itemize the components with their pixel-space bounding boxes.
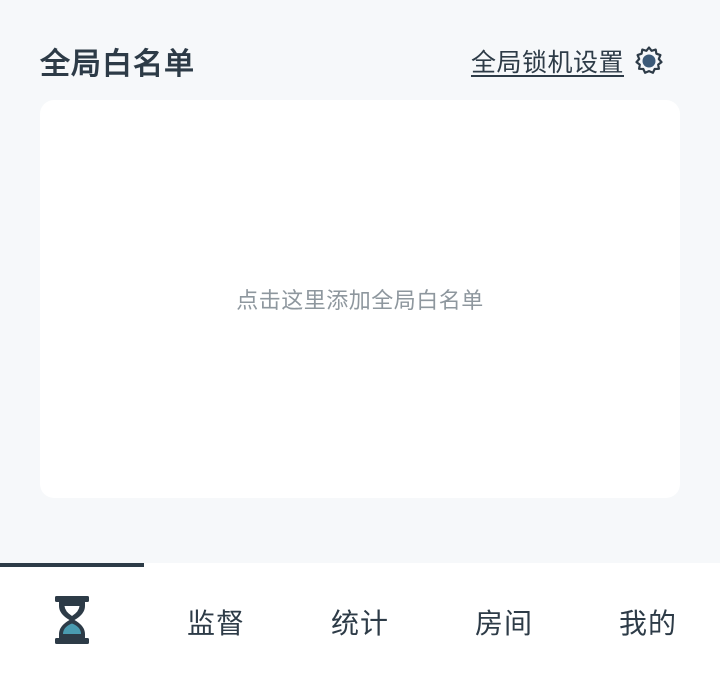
tab-rooms-label: 房间 xyxy=(474,607,533,640)
page-title: 全局白名单 xyxy=(40,47,195,82)
bottom-tab-bar: 监督 统计 房间 我的 xyxy=(0,563,720,673)
active-tab-indicator xyxy=(0,563,144,567)
app-root: 全局白名单 全局锁机设置 点击这里添加全局白名单 监督 统计 房间 我的 xyxy=(0,0,720,673)
gear-icon[interactable] xyxy=(632,44,666,78)
add-global-whitelist-card[interactable]: 点击这里添加全局白名单 xyxy=(40,100,680,498)
hourglass-icon xyxy=(52,586,92,650)
global-lock-settings-link[interactable]: 全局锁机设置 xyxy=(471,43,666,79)
tab-profile[interactable]: 我的 xyxy=(576,563,720,673)
tab-supervise[interactable]: 监督 xyxy=(144,563,288,673)
tab-timer[interactable] xyxy=(0,563,144,673)
tab-profile-label: 我的 xyxy=(618,607,677,640)
tab-rooms[interactable]: 房间 xyxy=(432,563,576,673)
tab-statistics[interactable]: 统计 xyxy=(288,563,432,673)
tab-supervise-label: 监督 xyxy=(186,607,245,640)
add-whitelist-hint: 点击这里添加全局白名单 xyxy=(236,289,484,314)
tab-statistics-label: 统计 xyxy=(330,607,389,640)
global-lock-settings-label: 全局锁机设置 xyxy=(470,48,624,77)
header: 全局白名单 全局锁机设置 xyxy=(40,38,666,84)
